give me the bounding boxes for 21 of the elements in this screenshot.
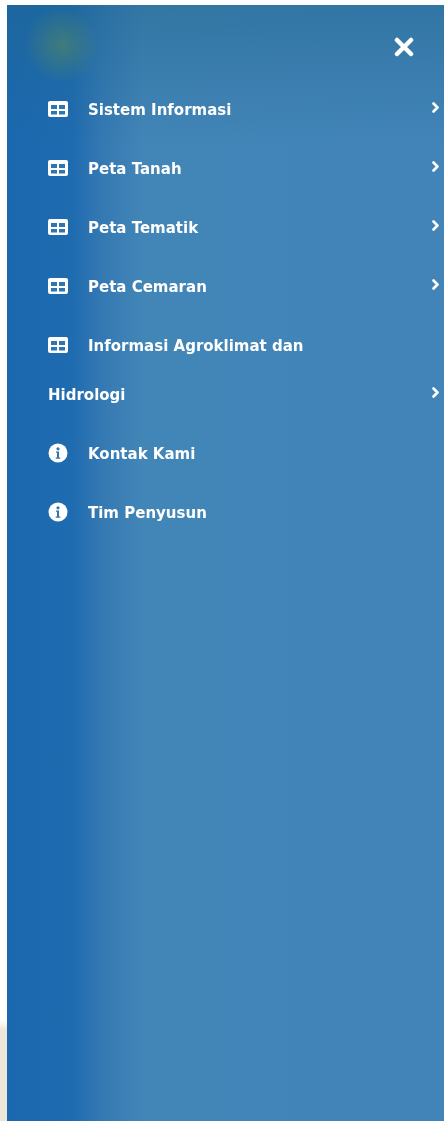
menu-item[interactable]: Tim Penyusun [48, 489, 444, 538]
menu-item[interactable]: Kontak Kami [48, 430, 444, 479]
chevron-right-icon [432, 220, 439, 231]
menu-item[interactable]: Informasi Agroklimat dan Hidrologi [48, 322, 444, 420]
close-icon [394, 37, 414, 57]
chevron-right-icon [432, 102, 439, 113]
menu-item[interactable]: Peta Tanah [48, 145, 444, 194]
table-icon [48, 219, 68, 235]
info-icon [48, 502, 68, 522]
table-icon [48, 101, 68, 117]
close-button[interactable] [392, 35, 416, 59]
menu-item[interactable]: Sistem Informasi [48, 86, 444, 135]
menu-item[interactable]: Peta Cemaran [48, 263, 444, 312]
chevron-right-icon [432, 279, 439, 290]
table-icon [48, 278, 68, 294]
menu-item[interactable]: Peta Tematik [48, 204, 444, 253]
chevron-right-icon [432, 161, 439, 172]
info-icon [48, 443, 68, 463]
table-icon [48, 160, 68, 176]
chevron-right-icon [432, 387, 439, 398]
table-icon [48, 337, 68, 353]
